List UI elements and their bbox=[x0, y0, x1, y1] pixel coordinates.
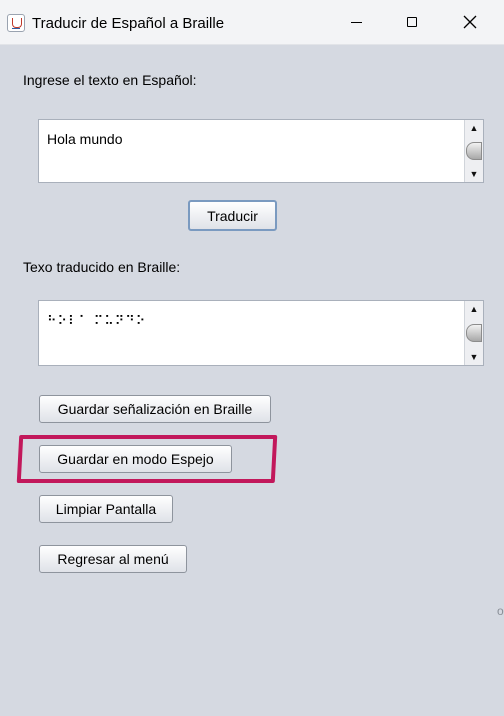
scroll-thumb[interactable] bbox=[466, 324, 482, 342]
spanish-text-value: Hola mundo bbox=[47, 131, 123, 147]
window-title: Traducir de Español a Braille bbox=[32, 15, 225, 32]
scroll-down-arrow-icon[interactable]: ▼ bbox=[465, 167, 483, 181]
output-scrollbar[interactable]: ▲ ▼ bbox=[464, 301, 483, 365]
title-bar: Traducir de Español a Braille bbox=[0, 0, 504, 45]
scroll-thumb[interactable] bbox=[466, 142, 482, 160]
clear-screen-button[interactable]: Limpiar Pantalla bbox=[39, 495, 173, 523]
scroll-down-arrow-icon[interactable]: ▼ bbox=[465, 350, 483, 364]
minimize-button[interactable] bbox=[328, 0, 384, 44]
scroll-up-arrow-icon[interactable]: ▲ bbox=[465, 302, 483, 316]
output-label: Texo traducido en Braille: bbox=[23, 259, 181, 275]
minimize-icon bbox=[350, 21, 362, 23]
back-to-menu-button[interactable]: Regresar al menú bbox=[39, 545, 187, 573]
input-scrollbar[interactable]: ▲ ▼ bbox=[464, 120, 483, 182]
braille-text-value: ⠓⠕⠇⠁ ⠍⠥⠝⠙⠕ bbox=[47, 313, 147, 328]
scroll-up-arrow-icon[interactable]: ▲ bbox=[465, 121, 483, 135]
translate-button[interactable]: Traducir bbox=[188, 200, 277, 231]
edge-glyph: o bbox=[497, 604, 504, 618]
save-mirror-button[interactable]: Guardar en modo Espejo bbox=[39, 445, 232, 473]
java-app-icon bbox=[7, 14, 25, 32]
maximize-button[interactable] bbox=[384, 0, 440, 44]
save-braille-button[interactable]: Guardar señalización en Braille bbox=[39, 395, 271, 423]
input-label: Ingrese el texto en Español: bbox=[23, 72, 197, 88]
close-button[interactable] bbox=[442, 0, 498, 44]
braille-text-area[interactable]: ⠓⠕⠇⠁ ⠍⠥⠝⠙⠕ ▲ ▼ bbox=[38, 300, 484, 366]
spanish-text-area[interactable]: Hola mundo ▲ ▼ bbox=[38, 119, 484, 183]
maximize-icon bbox=[407, 17, 417, 27]
close-icon bbox=[463, 15, 477, 29]
